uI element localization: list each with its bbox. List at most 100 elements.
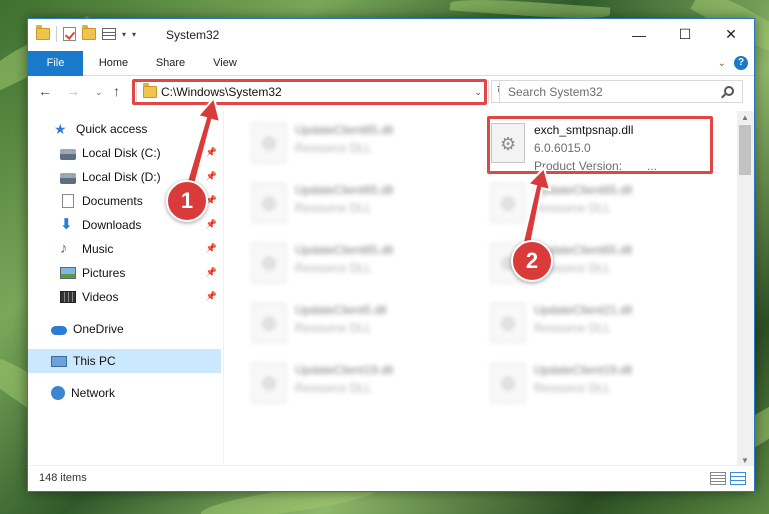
title-bar: ▾ ▾ System32 — ☐ ✕ (28, 19, 754, 51)
sidebar-item-label: Network (71, 386, 116, 400)
file-tile[interactable]: UpdateClient65.dll Resource DLL (487, 179, 717, 235)
file-type: Resource DLL (295, 321, 372, 335)
dll-file-icon (252, 123, 286, 163)
tab-share[interactable]: Share (143, 51, 198, 76)
file-tile[interactable]: UpdateClient65.dll Resource DLL (248, 119, 478, 175)
sidebar-item-label: Downloads (82, 218, 142, 232)
window-title: System32 (166, 28, 220, 42)
file-name: UpdateClient19.dll (534, 363, 633, 377)
sidebar-item-label: This PC (73, 354, 116, 368)
vertical-scrollbar[interactable]: ▲ ▼ (737, 111, 754, 467)
computer-icon (51, 355, 67, 367)
ribbon-tabs: File Home Share View ⌄ ? (28, 51, 754, 76)
file-list: UpdateClient65.dll Resource DLL UpdateCl… (223, 111, 738, 466)
dll-file-icon (252, 363, 286, 403)
download-icon: ⬇ (60, 216, 73, 233)
pin-icon[interactable]: 📌 (206, 291, 217, 302)
file-type: Resource DLL (295, 261, 372, 275)
sidebar-item-this-pc[interactable]: This PC (28, 349, 221, 373)
pictures-icon (60, 267, 76, 279)
chevron-down-icon[interactable]: ▾ (122, 30, 126, 39)
up-button[interactable]: ↑ (113, 83, 120, 99)
file-tile[interactable]: UpdateClient21.dll Resource DLL (487, 299, 717, 355)
scroll-up-icon[interactable]: ▲ (741, 113, 749, 122)
minimize-button[interactable]: — (616, 19, 662, 50)
status-bar: 148 items (28, 465, 754, 491)
search-input[interactable]: Search System32 (499, 80, 743, 103)
file-name: UpdateClient65.dll (295, 243, 394, 257)
file-name: UpdateClient21.dll (534, 303, 633, 317)
file-tile[interactable]: UpdateClient19.dll Resource DLL (248, 359, 478, 415)
dll-file-icon (491, 363, 525, 403)
window-controls: — ☐ ✕ (616, 19, 754, 50)
pin-icon[interactable]: 📌 (206, 243, 217, 254)
search-placeholder: Search System32 (508, 85, 603, 99)
new-folder-icon[interactable] (82, 25, 96, 40)
search-icon (724, 86, 734, 96)
file-type: Resource DLL (295, 141, 372, 155)
file-name: UpdateClient5.dll (295, 303, 387, 317)
video-icon (60, 291, 76, 303)
cloud-icon (51, 326, 67, 335)
scroll-thumb[interactable] (739, 125, 751, 175)
file-name: UpdateClient65.dll (295, 123, 394, 137)
file-type: Resource DLL (295, 381, 372, 395)
navigation-pane: ★ Quick access Local Disk (C:) 📌 Local D… (28, 111, 223, 466)
tab-home[interactable]: Home (86, 51, 141, 76)
dll-file-icon (252, 243, 286, 283)
sidebar-item-label: Local Disk (D:) (82, 170, 161, 184)
file-tile[interactable]: UpdateClient65.dll Resource DLL (248, 239, 478, 295)
file-tile[interactable]: UpdateClient5.dll Resource DLL (248, 299, 478, 355)
details-view-icon[interactable] (710, 472, 726, 485)
customize-toolbar-icon[interactable]: ▾ (132, 30, 136, 39)
disk-icon (60, 149, 76, 160)
file-type: Resource DLL (534, 321, 611, 335)
sidebar-item-label: Local Disk (C:) (82, 146, 161, 160)
sidebar-item-network[interactable]: Network (28, 381, 221, 405)
recent-locations-button[interactable]: ⌄ (95, 87, 103, 98)
sidebar-item-quick-access[interactable]: ★ Quick access (28, 117, 221, 141)
sidebar-item-onedrive[interactable]: OneDrive (28, 317, 221, 341)
dll-file-icon (491, 303, 525, 343)
sidebar-item-label: Music (82, 242, 114, 256)
quick-access-toolbar: ▾ ▾ (36, 25, 136, 42)
expand-ribbon-icon[interactable]: ⌄ (718, 58, 726, 69)
maximize-button[interactable]: ☐ (662, 19, 708, 50)
tiles-view-icon[interactable] (730, 472, 746, 485)
sidebar-item-videos[interactable]: Videos 📌 (28, 285, 221, 309)
file-tile[interactable]: UpdateClient65.dll Resource DLL (248, 179, 478, 235)
ribbon-right-controls: ⌄ ? (718, 56, 748, 70)
pin-icon[interactable]: 📌 (206, 267, 217, 278)
sidebar-item-label: Documents (82, 194, 143, 208)
music-icon: ♪ (60, 240, 68, 257)
toolbar-divider (56, 26, 57, 42)
callout-2: 2 (511, 240, 553, 282)
sidebar-item-local-disk-c[interactable]: Local Disk (C:) 📌 (28, 141, 221, 165)
folder-icon (36, 25, 50, 40)
file-tile[interactable]: UpdateClient19.dll Resource DLL (487, 359, 717, 415)
tab-file[interactable]: File (28, 51, 83, 76)
network-icon (51, 386, 65, 400)
item-count: 148 items (39, 472, 87, 484)
scroll-down-icon[interactable]: ▼ (741, 456, 749, 465)
file-name: UpdateClient19.dll (295, 363, 394, 377)
properties-check-icon[interactable] (63, 27, 76, 41)
help-icon[interactable]: ? (734, 56, 748, 70)
forward-button[interactable]: → (66, 83, 80, 99)
star-icon: ★ (54, 121, 67, 137)
pin-icon[interactable]: 📌 (206, 171, 217, 182)
back-button[interactable]: ← (38, 83, 52, 99)
close-button[interactable]: ✕ (708, 19, 754, 50)
file-highlight-box (487, 116, 713, 174)
pin-icon[interactable]: 📌 (206, 147, 217, 158)
file-name: UpdateClient65.dll (295, 183, 394, 197)
sidebar-item-label: Quick access (76, 122, 148, 136)
sidebar-item-label: OneDrive (73, 322, 124, 336)
pin-icon[interactable]: 📌 (206, 219, 217, 230)
tab-view[interactable]: View (200, 51, 250, 76)
callout-1: 1 (166, 180, 208, 222)
sidebar-item-pictures[interactable]: Pictures 📌 (28, 261, 221, 285)
file-type: Resource DLL (534, 201, 611, 215)
sidebar-item-music[interactable]: ♪ Music 📌 (28, 237, 221, 261)
properties-icon[interactable] (102, 28, 116, 40)
